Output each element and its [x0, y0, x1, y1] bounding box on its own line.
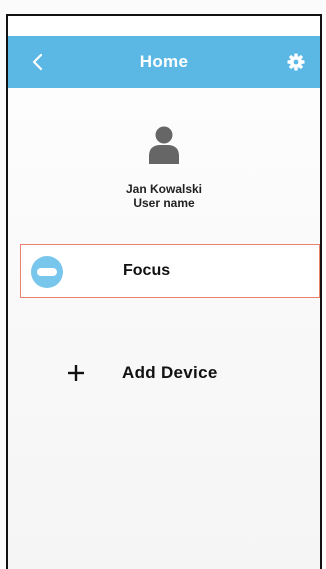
device-name: Focus	[123, 262, 171, 279]
app-frame: Home Jan Kowalski User name Focus Add De…	[0, 0, 326, 569]
device-item-focus[interactable]: Focus	[20, 244, 320, 298]
add-device-label: Add Device	[122, 363, 218, 382]
phone-screen: Home Jan Kowalski User name Focus Add De…	[6, 14, 322, 569]
device-icon	[31, 256, 63, 288]
user-profile: Jan Kowalski User name	[8, 124, 320, 210]
device-icon-bar	[37, 268, 57, 276]
plus-icon	[68, 365, 84, 381]
settings-button[interactable]	[282, 48, 310, 76]
user-avatar-icon	[149, 126, 179, 164]
page-title: Home	[139, 52, 189, 71]
add-device-button[interactable]: Add Device	[64, 356, 218, 390]
user-name: Jan Kowalski	[125, 182, 203, 196]
app-header: Home	[8, 36, 320, 88]
gear-icon	[287, 53, 305, 71]
user-name-caption: User name	[133, 196, 195, 210]
